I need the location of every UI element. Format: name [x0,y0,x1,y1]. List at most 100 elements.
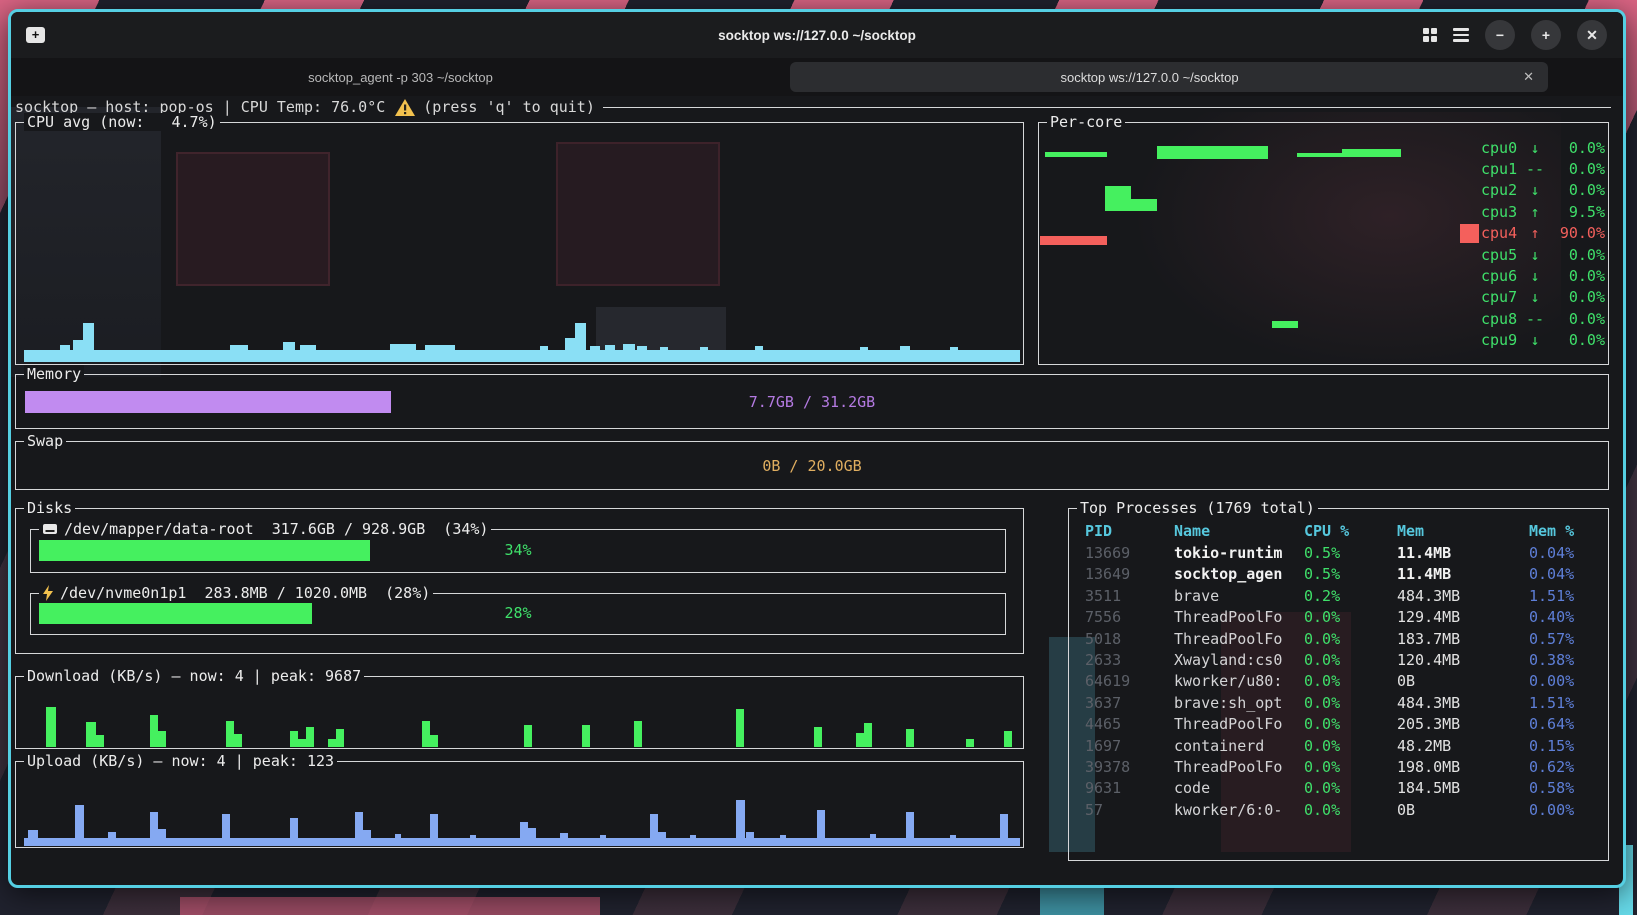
menu-icon[interactable] [1453,28,1469,42]
per-core-row: cpu6↓0.0% [1440,265,1605,286]
process-mem-percent: 0.40% [1529,607,1608,628]
process-mem-percent: 0.04% [1529,543,1608,564]
core-trend-icon: ↑ [1521,224,1549,242]
process-name: tokio-runtim [1174,543,1304,564]
process-mem-percent: 0.62% [1529,757,1608,778]
workspace-grid-icon[interactable] [1423,28,1437,42]
minimize-button[interactable]: − [1485,20,1515,50]
process-cpu: 0.0% [1304,757,1397,778]
core-usage: 0.0% [1549,181,1605,199]
core-trend-icon: ↓ [1521,288,1549,306]
process-name: brave:sh_opt [1174,693,1304,714]
process-row: 13649socktop_agen0.5%11.4MB0.04% [1069,564,1608,585]
core-usage: 0.0% [1549,288,1605,306]
per-core-row: cpu5↓0.0% [1440,244,1605,265]
core-trend-icon: ↓ [1521,246,1549,264]
process-pid: 2633 [1085,650,1174,671]
process-mem: 183.7MB [1397,629,1529,650]
core-trend-icon: ↓ [1521,331,1549,349]
process-cpu: 0.0% [1304,650,1397,671]
core-alert-block [1460,160,1479,179]
process-cpu: 0.5% [1304,564,1397,585]
column-header: Mem [1397,521,1529,542]
process-mem-percent: 0.15% [1529,736,1608,757]
terminal-window: + socktop ws://127.0.0 ~/socktop − + ✕ s… [8,9,1626,888]
core-usage: 0.0% [1549,267,1605,285]
per-core-row: cpu3↑9.5% [1440,201,1605,222]
process-name: ThreadPoolFo [1174,629,1304,650]
process-name: ThreadPoolFo [1174,757,1304,778]
upload-title: Upload (KB/s) — now: 4 | peak: 123 [24,752,337,770]
process-mem: 0B [1397,800,1529,821]
process-mem: 184.5MB [1397,778,1529,799]
process-mem: 11.4MB [1397,564,1529,585]
process-pid: 9631 [1085,778,1174,799]
process-row: 57kworker/6:0-0.0%0B0.00% [1069,800,1608,821]
process-pid: 64619 [1085,671,1174,692]
column-header: Name [1174,521,1304,542]
process-name: brave [1174,586,1304,607]
core-trend-icon: -- [1521,310,1549,328]
process-name: ThreadPoolFo [1174,607,1304,628]
top-processes-panel: Top Processes (1769 total) PIDNameCPU %M… [1068,508,1609,861]
per-core-panel: Per-core cpu0↓0.0%cpu1--0.0%cpu2↓0.0%cpu… [1038,122,1609,365]
process-pid: 1697 [1085,736,1174,757]
swap-panel: Swap 0B / 20.0GB [15,441,1609,490]
process-pid: 3637 [1085,693,1174,714]
core-alert-block [1460,224,1479,243]
terminal-content: socktop — host: pop-os | CPU Temp: 76.0°… [11,96,1623,885]
maximize-button[interactable]: + [1531,20,1561,50]
column-header: CPU % [1304,521,1397,542]
disk-data-root-panel: /dev/mapper/data-root 317.6GB / 928.9GB … [30,529,1006,573]
disk-nvme-percent: 28% [31,604,1005,622]
process-row: 5018ThreadPoolFo0.0%183.7MB0.57% [1069,629,1608,650]
disk-nvme-panel: /dev/nvme0n1p1 283.8MB / 1020.0MB (28%) … [30,593,1006,635]
process-cpu: 0.2% [1304,586,1397,607]
core-trend-icon: -- [1521,160,1549,178]
process-cpu: 0.0% [1304,778,1397,799]
process-row: 3511brave0.2%484.3MB1.51% [1069,586,1608,607]
download-title: Download (KB/s) — now: 4 | peak: 9687 [24,667,364,685]
process-cpu: 0.5% [1304,543,1397,564]
process-mem-percent: 1.51% [1529,693,1608,714]
process-mem: 129.4MB [1397,607,1529,628]
per-core-list: cpu0↓0.0%cpu1--0.0%cpu2↓0.0%cpu3↑9.5%cpu… [1440,137,1605,351]
process-mem-percent: 1.51% [1529,586,1608,607]
process-row: 13669tokio-runtim0.5%11.4MB0.04% [1069,543,1608,564]
process-pid: 4465 [1085,714,1174,735]
process-mem: 48.2MB [1397,736,1529,757]
process-pid: 3511 [1085,586,1174,607]
swap-title: Swap [24,432,66,450]
process-name: kworker/6:0- [1174,800,1304,821]
close-button[interactable]: ✕ [1577,20,1607,50]
process-mem: 205.3MB [1397,714,1529,735]
process-row: 64619kworker/u80:0.0%0B0.00% [1069,671,1608,692]
process-mem-percent: 0.38% [1529,650,1608,671]
swap-usage-label: 0B / 20.0GB [16,457,1608,475]
disk-icon [42,522,58,536]
header-rule [603,107,1611,108]
per-core-row: cpu2↓0.0% [1440,180,1605,201]
core-name: cpu9 [1481,331,1521,349]
core-alert-block [1460,181,1479,200]
process-row: 39378ThreadPoolFo0.0%198.0MB0.62% [1069,757,1608,778]
process-mem-percent: 0.04% [1529,564,1608,585]
core-trend-icon: ↓ [1521,267,1549,285]
cpu-avg-panel: CPU avg (now: 4.7%) [15,122,1024,365]
process-cpu: 0.0% [1304,693,1397,714]
memory-usage-label: 7.7GB / 31.2GB [16,393,1608,411]
process-pid: 13649 [1085,564,1174,585]
process-cpu: 0.0% [1304,800,1397,821]
process-cpu: 0.0% [1304,736,1397,757]
core-usage: 0.0% [1549,246,1605,264]
core-usage: 0.0% [1549,160,1605,178]
disks-title: Disks [24,499,75,517]
core-usage: 0.0% [1549,310,1605,328]
core-name: cpu6 [1481,267,1521,285]
core-name: cpu7 [1481,288,1521,306]
core-usage: 9.5% [1549,203,1605,221]
process-pid: 5018 [1085,629,1174,650]
core-usage: 0.0% [1549,139,1605,157]
core-alert-block [1460,138,1479,157]
process-pid: 39378 [1085,757,1174,778]
